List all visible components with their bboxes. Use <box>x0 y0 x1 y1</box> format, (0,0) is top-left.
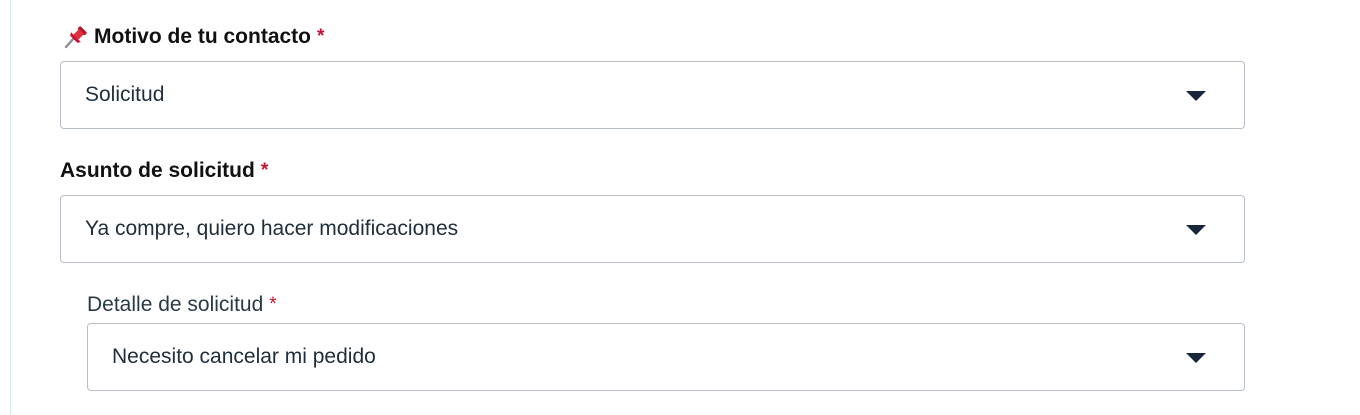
asunto-select[interactable]: Ya compre, quiero hacer modificaciones <box>60 195 1245 263</box>
motivo-label-text: Motivo de tu contacto <box>94 25 311 48</box>
required-asterisk: * <box>260 160 269 181</box>
asunto-selected-value: Ya compre, quiero hacer modificaciones <box>85 217 459 240</box>
chevron-down-icon[interactable] <box>1186 225 1206 235</box>
detalle-select[interactable]: Necesito cancelar mi pedido <box>87 323 1245 391</box>
chevron-down-icon[interactable] <box>1186 91 1206 101</box>
required-asterisk: * <box>317 26 325 47</box>
detalle-selected-value: Necesito cancelar mi pedido <box>112 345 376 368</box>
contact-form-page: Motivo de tu contacto * Solicitud Asunto… <box>0 0 1360 415</box>
motivo-label: Motivo de tu contacto * <box>62 25 324 49</box>
motivo-selected-value: Solicitud <box>85 83 165 106</box>
pushpin-icon <box>62 25 90 49</box>
motivo-select[interactable]: Solicitud <box>60 61 1245 129</box>
asunto-label: Asunto de solicitud * <box>60 159 268 183</box>
detalle-label: Detalle de solicitud * <box>87 293 277 317</box>
chevron-down-icon[interactable] <box>1186 353 1206 363</box>
required-asterisk: * <box>269 294 277 315</box>
detalle-label-text: Detalle de solicitud <box>87 293 264 316</box>
asunto-label-text: Asunto de solicitud <box>60 159 255 182</box>
left-divider <box>10 0 11 415</box>
